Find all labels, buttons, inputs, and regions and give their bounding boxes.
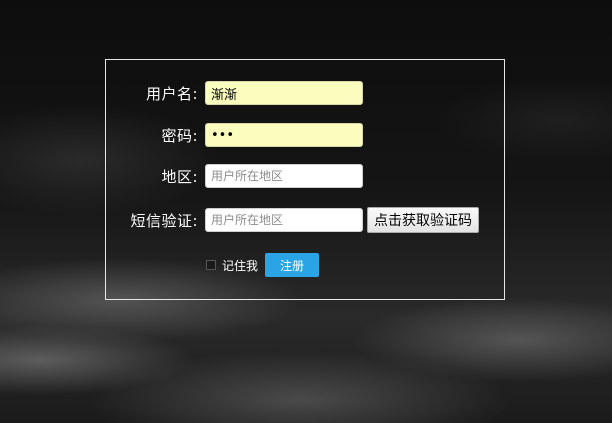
- region-input[interactable]: [205, 164, 363, 188]
- sms-code-input[interactable]: [205, 208, 363, 232]
- register-button[interactable]: 注册: [265, 253, 320, 277]
- remember-label: 记住我: [222, 258, 259, 273]
- remember-row: 记住我 注册: [206, 253, 320, 277]
- password-label: 密码:: [161, 126, 198, 145]
- region-row: 地区:: [106, 164, 363, 188]
- remember-checkbox[interactable]: [206, 260, 216, 270]
- registration-form: 用户名: 密码: 地区: 短信验证: 点击获取验证码 记住我 注册: [105, 59, 505, 300]
- password-row: 密码:: [106, 123, 363, 147]
- username-input[interactable]: [205, 81, 363, 105]
- sms-label: 短信验证:: [130, 211, 198, 230]
- sms-row: 短信验证: 点击获取验证码: [106, 207, 479, 233]
- password-input[interactable]: [205, 123, 363, 147]
- region-label: 地区:: [161, 167, 198, 186]
- username-row: 用户名:: [106, 81, 363, 105]
- username-label: 用户名:: [145, 84, 198, 103]
- get-code-button[interactable]: 点击获取验证码: [367, 207, 479, 233]
